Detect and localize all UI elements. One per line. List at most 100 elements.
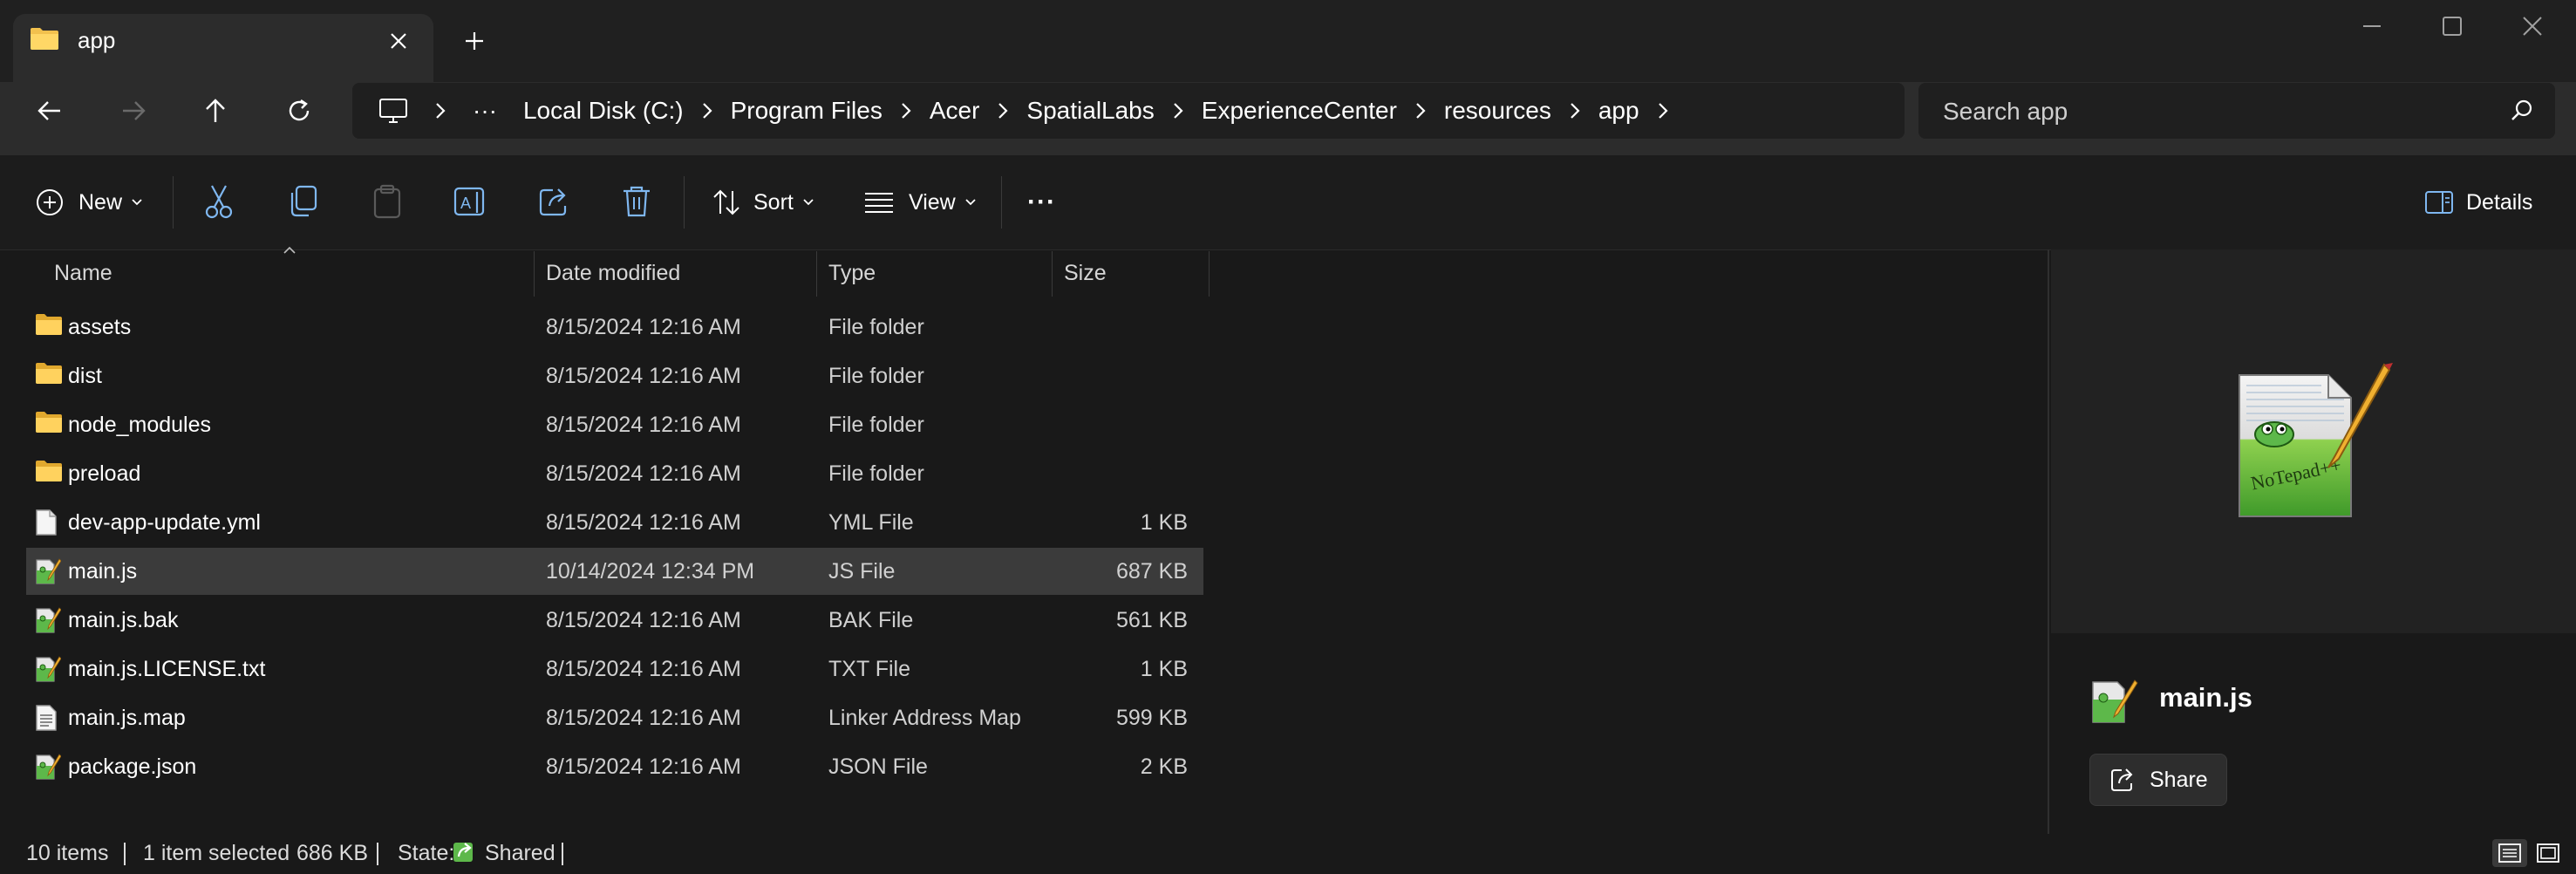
status-state-label: State: xyxy=(398,841,455,865)
chevron-down-icon xyxy=(803,199,814,206)
copy-button[interactable] xyxy=(288,185,319,218)
file-name: assets xyxy=(68,315,132,339)
file-name: package.json xyxy=(68,755,197,779)
more-options-button[interactable]: ··· xyxy=(1027,183,1056,222)
file-name: main.js.LICENSE.txt xyxy=(68,657,266,681)
status-state-value: Shared xyxy=(485,841,555,865)
sort-icon xyxy=(713,189,739,215)
chevron-right-icon[interactable] xyxy=(1639,101,1687,120)
breadcrumb-item-experiencecenter[interactable]: ExperienceCenter xyxy=(1202,97,1397,125)
up-button[interactable] xyxy=(185,80,246,141)
toolbar-divider xyxy=(684,176,685,229)
chevron-right-icon[interactable] xyxy=(979,101,1026,120)
search-icon[interactable] xyxy=(2510,99,2534,123)
maximize-button[interactable] xyxy=(2412,0,2492,52)
status-divider xyxy=(377,843,378,865)
cut-button[interactable] xyxy=(202,184,235,219)
breadcrumb: ··· Local Disk (C:) Program Files Acer S… xyxy=(352,83,1905,139)
maximize-icon xyxy=(2443,17,2462,36)
close-tab-button[interactable] xyxy=(384,26,413,56)
details-view-toggle[interactable] xyxy=(2492,839,2527,867)
file-date-modified: 8/15/2024 12:16 AM xyxy=(546,413,741,437)
breadcrumb-overflow[interactable]: ··· xyxy=(473,97,497,125)
chevron-right-icon[interactable] xyxy=(1155,101,1202,120)
column-header-date-modified[interactable]: Date modified xyxy=(546,253,808,293)
column-header-type[interactable]: Type xyxy=(828,253,1046,293)
new-label: New xyxy=(78,189,123,215)
tiles-view-toggle[interactable] xyxy=(2531,839,2566,867)
file-name: main.js.bak xyxy=(68,608,179,632)
file-row[interactable]: assets 8/15/2024 12:16 AM File folder xyxy=(26,304,1203,351)
file-row[interactable]: preload 8/15/2024 12:16 AM File folder xyxy=(26,450,1203,497)
new-button[interactable]: New xyxy=(35,183,143,222)
notepadpp-preview-icon: NoTepad++ xyxy=(2231,359,2396,525)
new-tab-button[interactable] xyxy=(458,24,491,58)
column-divider[interactable] xyxy=(1052,251,1053,297)
share-button[interactable]: Share xyxy=(2089,754,2227,806)
column-header-size[interactable]: Size xyxy=(1064,253,1203,293)
details-pane-button[interactable]: Details xyxy=(2424,183,2532,222)
file-row[interactable]: main.js.map 8/15/2024 12:16 AM Linker Addr… xyxy=(26,694,1203,741)
trash-icon xyxy=(624,186,650,217)
file-row[interactable]: dist 8/15/2024 12:16 AM File folder xyxy=(26,352,1203,399)
file-row[interactable]: main.js.LICENSE.txt 8/15/2024 12:16 AM TXT… xyxy=(26,645,1203,693)
file-row[interactable]: node_modules 8/15/2024 12:16 AM File folde… xyxy=(26,401,1203,448)
pane-divider[interactable] xyxy=(2048,249,2049,834)
back-button[interactable] xyxy=(19,80,80,141)
file-date-modified: 8/15/2024 12:16 AM xyxy=(546,608,741,632)
close-window-button[interactable] xyxy=(2492,0,2573,52)
details-file-name: main.js xyxy=(2159,682,2252,713)
chevron-right-icon[interactable] xyxy=(1397,101,1444,120)
sort-button[interactable]: Sort xyxy=(712,183,814,222)
file-type: File folder xyxy=(828,364,924,388)
breadcrumb-item-app[interactable]: app xyxy=(1598,97,1639,125)
file-row[interactable]: main.js 10/14/2024 12:34 PM JS File 687 KB xyxy=(26,548,1203,595)
file-size: 1 KB xyxy=(1140,510,1188,535)
paste-icon xyxy=(373,184,401,219)
file-name: node_modules xyxy=(68,413,212,437)
chevron-right-icon[interactable] xyxy=(417,101,464,120)
breadcrumb-item-acer[interactable]: Acer xyxy=(930,97,980,125)
file-row[interactable]: dev-app-update.yml 8/15/2024 12:16 AM YML … xyxy=(26,499,1203,546)
refresh-button[interactable] xyxy=(269,80,330,141)
forward-button[interactable] xyxy=(103,80,164,141)
document-icon xyxy=(35,704,58,732)
column-divider[interactable] xyxy=(1209,251,1210,297)
status-item-count: 10 items xyxy=(26,841,109,865)
column-divider[interactable] xyxy=(816,251,817,297)
file-date-modified: 10/14/2024 12:34 PM xyxy=(546,559,755,584)
close-icon xyxy=(2523,17,2542,36)
column-header-name[interactable]: Name xyxy=(54,253,534,293)
breadcrumb-item-local-disk[interactable]: Local Disk (C:) xyxy=(523,97,684,125)
view-button[interactable]: View xyxy=(863,183,977,222)
file-size: 599 KB xyxy=(1115,706,1188,730)
file-type: Linker Address Map xyxy=(828,706,1021,730)
rename-button[interactable]: A xyxy=(453,185,488,218)
this-pc-button[interactable] xyxy=(370,98,417,124)
minimize-button[interactable] xyxy=(2332,0,2412,52)
shared-icon xyxy=(452,839,478,864)
notepadpp-file-icon xyxy=(35,606,61,634)
file-row[interactable]: package.json 8/15/2024 12:16 AM JSON File 2… xyxy=(26,743,1203,790)
file-date-modified: 8/15/2024 12:16 AM xyxy=(546,706,741,730)
share-label: Share xyxy=(2150,767,2208,792)
file-row[interactable]: main.js.bak 8/15/2024 12:16 AM BAK File 561… xyxy=(26,597,1203,644)
chevron-right-icon[interactable] xyxy=(1551,101,1598,120)
column-divider[interactable] xyxy=(534,251,535,297)
file-type: YML File xyxy=(828,510,914,535)
tab-app[interactable] xyxy=(13,14,433,82)
minimize-icon xyxy=(2363,25,2381,27)
breadcrumb-item-spatiallabs[interactable]: SpatialLabs xyxy=(1026,97,1154,125)
file-name: main.js xyxy=(68,559,138,584)
toolbar-divider xyxy=(173,176,174,229)
chevron-right-icon[interactable] xyxy=(883,101,930,120)
breadcrumb-item-program-files[interactable]: Program Files xyxy=(731,97,883,125)
share-toolbar-button[interactable] xyxy=(537,185,572,218)
delete-button[interactable] xyxy=(621,184,652,219)
breadcrumb-item-resources[interactable]: resources xyxy=(1444,97,1551,125)
sort-label: Sort xyxy=(753,189,794,215)
status-divider xyxy=(124,843,126,865)
file-type: File folder xyxy=(828,461,924,486)
chevron-right-icon[interactable] xyxy=(684,101,731,120)
status-selection: 1 item selected xyxy=(143,841,290,865)
